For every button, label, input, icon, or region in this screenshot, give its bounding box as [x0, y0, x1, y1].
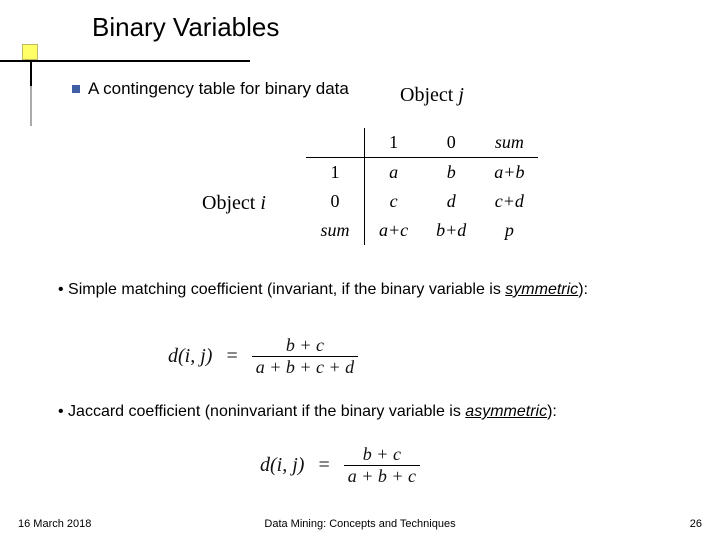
title-accent-square	[22, 44, 38, 60]
ct-ac: a+c	[365, 216, 423, 245]
formula-jaccard-lhs: d(i, j)	[260, 454, 304, 476]
slide-title: Binary Variables	[92, 12, 279, 43]
bullet-jaccard-lead: • Jaccard coefficient (noninvariant if t…	[58, 403, 465, 420]
label-object-j: Object j	[400, 84, 464, 107]
ct-corner	[306, 128, 365, 158]
ct-bd: b+d	[422, 216, 480, 245]
ct-d: d	[422, 187, 480, 216]
ct-col-1: 1	[365, 128, 423, 158]
ct-col-0: 0	[422, 128, 480, 158]
label-object-i: Object i	[202, 192, 266, 215]
ct-b: b	[422, 158, 480, 188]
ct-row-sum: sum	[306, 216, 365, 245]
formula-jaccard: d(i, j) = b + c a + b + c	[260, 444, 420, 487]
formula-jaccard-den: a + b + c	[344, 466, 420, 487]
footer-page: 26	[690, 518, 702, 530]
bullet-contingency-text: A contingency table for binary data	[88, 79, 349, 98]
slide: Binary Variables A contingency table for…	[0, 0, 720, 540]
label-object-j-var: j	[458, 84, 464, 106]
bullet-jaccard: • Jaccard coefficient (noninvariant if t…	[58, 402, 690, 422]
formula-smc-lhs: d(i, j)	[168, 345, 212, 367]
label-object-i-word: Object	[202, 192, 260, 214]
title-underline	[0, 60, 250, 62]
formula-jaccard-frac: b + c a + b + c	[344, 444, 420, 487]
ct-p: p	[480, 216, 538, 245]
formula-jaccard-eq: =	[308, 454, 339, 476]
ct-col-sum: sum	[480, 128, 538, 158]
ct-row-0: 0	[306, 187, 365, 216]
contingency-table: 1 0 sum 1 a b a+b 0 c d c+d sum a+c b+d …	[306, 128, 538, 245]
ct-c: c	[365, 187, 423, 216]
bullet-smc-lead: • Simple matching coefficient (invariant…	[58, 281, 505, 298]
bullet-smc-tail: ):	[578, 281, 588, 298]
ct-a: a	[365, 158, 423, 188]
bullet-jaccard-em: asymmetric	[465, 403, 547, 420]
bullet-contingency: A contingency table for binary data	[72, 79, 349, 99]
bullet-jaccard-tail: ):	[547, 403, 557, 420]
formula-jaccard-num: b + c	[344, 444, 420, 466]
formula-smc-frac: b + c a + b + c + d	[252, 335, 358, 378]
footer-center: Data Mining: Concepts and Techniques	[0, 518, 720, 530]
bullet-smc: • Simple matching coefficient (invariant…	[58, 280, 690, 300]
ct-cd: c+d	[480, 187, 538, 216]
label-object-j-word: Object	[400, 84, 458, 106]
formula-smc-num: b + c	[252, 335, 358, 357]
ct-row-1: 1	[306, 158, 365, 188]
bullet-square-icon	[72, 85, 80, 93]
bullet-smc-em: symmetric	[505, 281, 578, 298]
formula-smc: d(i, j) = b + c a + b + c + d	[168, 335, 358, 378]
label-object-i-var: i	[260, 192, 266, 214]
title-vertical-rule	[30, 60, 32, 86]
ct-ab: a+b	[480, 158, 538, 188]
formula-smc-eq: =	[216, 345, 247, 367]
formula-smc-den: a + b + c + d	[252, 357, 358, 378]
